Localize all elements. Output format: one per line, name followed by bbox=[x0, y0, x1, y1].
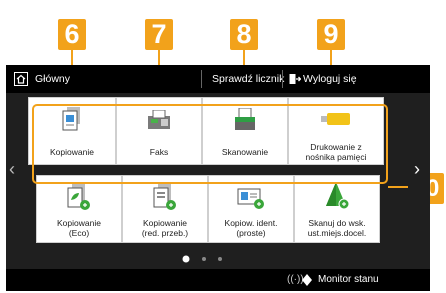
callout-9: 9 bbox=[317, 19, 345, 50]
callout-7: 7 bbox=[145, 19, 173, 50]
logout-icon[interactable] bbox=[289, 73, 301, 85]
tile-id-copy-label: Kopiow. ident. (proste) bbox=[224, 218, 278, 238]
divider bbox=[201, 70, 202, 88]
page-indicator bbox=[182, 255, 222, 263]
tile-eco-copy[interactable]: Kopiowanie (Eco) bbox=[36, 175, 122, 243]
eco-copy-icon bbox=[67, 184, 90, 210]
id-copy-icon bbox=[237, 188, 264, 209]
logout-button[interactable]: Wyloguj się bbox=[303, 73, 357, 85]
tile-eco-copy-label: Kopiowanie (Eco) bbox=[57, 218, 101, 238]
tile-scan-destination[interactable]: Skanuj do wsk. ust.miejs.docel. bbox=[294, 175, 380, 243]
chevron-left-icon[interactable]: ‹ bbox=[9, 159, 15, 180]
callout-6: 6 bbox=[58, 19, 86, 50]
status-bar: ((·)) Monitor stanu bbox=[6, 269, 430, 291]
home-label[interactable]: Główny bbox=[35, 73, 70, 85]
callout-8: 8 bbox=[230, 19, 258, 50]
status-monitor-icon[interactable] bbox=[302, 274, 312, 286]
divider bbox=[282, 70, 283, 88]
reduced-copy-icon bbox=[153, 184, 176, 210]
top-bar: Główny Sprawdź licznik Wyloguj się bbox=[6, 65, 430, 93]
callout-10-line bbox=[388, 186, 408, 188]
scan-destination-icon bbox=[326, 182, 350, 210]
tile-reduced-copy[interactable]: Kopiowanie (red. przeb.) bbox=[122, 175, 208, 243]
check-counter-button[interactable]: Sprawdź licznik bbox=[212, 73, 284, 85]
chevron-right-icon[interactable]: › bbox=[414, 159, 420, 180]
home-icon[interactable] bbox=[14, 72, 28, 86]
status-monitor-button[interactable]: Monitor stanu bbox=[318, 274, 379, 285]
tile-id-copy[interactable]: Kopiow. ident. (proste) bbox=[208, 175, 294, 243]
tile-scan-destination-label: Skanuj do wsk. ust.miejs.docel. bbox=[307, 218, 367, 238]
highlight-frame bbox=[32, 104, 388, 184]
tile-reduced-copy-label: Kopiowanie (red. przeb.) bbox=[141, 218, 189, 238]
